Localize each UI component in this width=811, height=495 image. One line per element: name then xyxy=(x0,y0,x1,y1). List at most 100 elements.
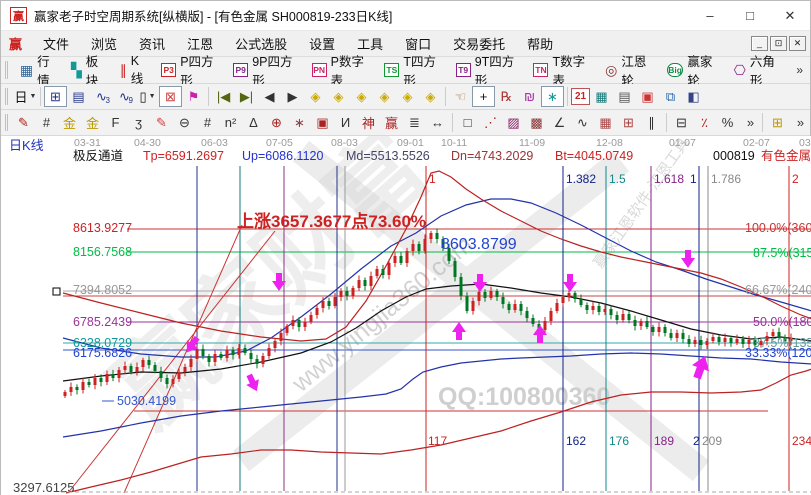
more-2-icon[interactable]: » xyxy=(789,112,811,133)
diamond-scroll-right-icon[interactable]: ◈ xyxy=(327,86,350,107)
toolbar-button-sectors[interactable]: ▚板块 xyxy=(65,57,114,83)
zigzag-icon[interactable]: ∿ xyxy=(571,112,594,133)
rect-tool-icon[interactable]: □ xyxy=(456,112,479,133)
toolbar-button-quotes[interactable]: ▦行情 xyxy=(14,57,65,83)
angle-compass-icon[interactable]: Δ xyxy=(242,112,265,133)
prev-bar-icon[interactable]: ◀ xyxy=(258,86,281,107)
calculator-icon[interactable]: ▦ xyxy=(590,86,613,107)
diamond-expand-icon[interactable]: ◈ xyxy=(350,86,373,107)
crosshair-icon[interactable]: + xyxy=(472,86,495,107)
fan-box-icon[interactable]: ▨ xyxy=(502,112,525,133)
time-ruler-icon[interactable]: ⊖ xyxy=(173,112,196,133)
mdi-minimize-button[interactable]: _ xyxy=(751,36,768,51)
toolbar-grip[interactable] xyxy=(5,114,8,132)
computer-icon[interactable]: ◧ xyxy=(682,86,705,107)
toolbar-button-t-number-table[interactable]: TNT数字表 xyxy=(527,57,599,83)
star-burst-icon[interactable]: ∗ xyxy=(288,112,311,133)
9t-square-icon: T9 xyxy=(456,63,471,77)
brush-icon[interactable]: ✎ xyxy=(12,112,35,133)
percent-icon[interactable]: % xyxy=(716,112,739,133)
color-flag-icon[interactable]: ⚑ xyxy=(182,86,205,107)
analysis-tool-icon[interactable]: ∗ xyxy=(541,86,564,107)
percent-retrace-icon[interactable]: ٪ xyxy=(693,112,716,133)
indicator-value: 极反通道 xyxy=(73,149,124,163)
info-doc-icon[interactable]: ▤ xyxy=(67,86,90,107)
first-bar-icon[interactable]: |◀ xyxy=(212,86,235,107)
diamond-compress-icon[interactable]: ◈ xyxy=(373,86,396,107)
cycle-bottom-label: 176 xyxy=(609,434,629,448)
data-transfer-icon[interactable]: ⧉ xyxy=(659,86,682,107)
parallel-lines-icon[interactable]: ∥ xyxy=(640,112,663,133)
toolbar1-overflow-button[interactable]: » xyxy=(789,63,810,77)
wave-3-icon[interactable]: ∿3 xyxy=(90,86,113,107)
spiral-icon[interactable]: ʒ xyxy=(127,112,150,133)
shen-tool-icon[interactable]: 神 xyxy=(357,112,380,133)
toolbar-button-gann-wheel[interactable]: ◎江恩轮 xyxy=(599,57,661,83)
price-ladder-icon[interactable]: ⊟ xyxy=(670,112,693,133)
gann-fan-icon[interactable]: ⋰ xyxy=(479,112,502,133)
kline-chart[interactable]: 赢家财富www.yingjia360.com赢家江恩软件-江恩工具QQ:1008… xyxy=(1,136,811,495)
notes-icon[interactable]: ▤ xyxy=(613,86,636,107)
yellow-grid-icon[interactable]: ⊞ xyxy=(766,112,789,133)
gann-circle-icon[interactable]: ⊕ xyxy=(265,112,288,133)
toolbar-separator xyxy=(445,87,446,106)
next-bar-icon[interactable]: ▶ xyxy=(281,86,304,107)
gold-grid-2-icon[interactable]: 金 xyxy=(81,112,104,133)
date-tick: 07-05 xyxy=(266,137,293,149)
hexagon-icon: ⎔ xyxy=(734,63,746,77)
tally-ruler-icon[interactable]: # xyxy=(35,112,58,133)
toolbar-button-9p-square[interactable]: P99P四方形 xyxy=(227,57,305,83)
diamond-zoom-icon[interactable]: ◈ xyxy=(396,86,419,107)
fan-box-2-icon[interactable]: ▩ xyxy=(525,112,548,133)
minimize-button[interactable]: – xyxy=(690,1,730,30)
date-tick: 08-03 xyxy=(331,137,358,149)
period-day-dropdown-icon[interactable]: 日▼ xyxy=(14,86,37,107)
toolbar-button-p-square[interactable]: P3P四方形 xyxy=(155,57,227,83)
more-tools-icon[interactable]: » xyxy=(739,112,762,133)
toolbar-button-kline[interactable]: ∥K线 xyxy=(114,57,155,83)
pan-hand-icon[interactable]: ☜ xyxy=(449,86,472,107)
save-icon[interactable]: ▣ xyxy=(636,86,659,107)
candle-style-dropdown-icon[interactable]: ▯▼ xyxy=(136,86,159,107)
grid-count-icon[interactable]: ≣ xyxy=(403,112,426,133)
qq-watermark: QQ:100800360 xyxy=(438,383,610,411)
angle-line-icon[interactable]: ∠ xyxy=(548,112,571,133)
pen-2-icon[interactable]: ✎ xyxy=(150,112,173,133)
gann-box-tool-icon[interactable]: ⊠ xyxy=(159,86,182,107)
toolbar-grip[interactable] xyxy=(5,61,10,79)
span-measure-icon[interactable]: ↔ xyxy=(426,112,449,133)
wave-9-icon[interactable]: ∿9 xyxy=(113,86,136,107)
indicator-value: Bt=4045.0749 xyxy=(555,149,633,163)
close-button[interactable]: ✕ xyxy=(770,1,810,30)
chart-window-icon[interactable]: ⊞ xyxy=(44,86,67,107)
boxed-circle-icon[interactable]: ▣ xyxy=(311,112,334,133)
win-tool-icon[interactable]: 赢 xyxy=(380,112,403,133)
gold-grid-1-icon[interactable]: 金 xyxy=(58,112,81,133)
toolbar-grip[interactable] xyxy=(5,88,10,106)
n-square-icon[interactable]: n² xyxy=(219,112,242,133)
f-grid-icon[interactable]: F xyxy=(104,112,127,133)
toolbar-button-p-number-table[interactable]: PNP数字表 xyxy=(306,57,379,83)
line-drag-handle[interactable] xyxy=(53,288,60,295)
toolbar-button-9t-square[interactable]: T99T四方形 xyxy=(450,57,528,83)
toolbar-button-t-square[interactable]: TST四方形 xyxy=(378,57,449,83)
diamond-move-icon[interactable]: ◈ xyxy=(419,86,442,107)
magic-tool-icon[interactable]: ₪ xyxy=(518,86,541,107)
wave-mark-icon[interactable]: И xyxy=(334,112,357,133)
grid-box-icon[interactable]: ▦ xyxy=(594,112,617,133)
menu-item-news[interactable]: 资讯 xyxy=(128,34,176,55)
symbol-label: 000819 xyxy=(713,149,755,163)
calendar-icon[interactable]: 21 xyxy=(571,88,590,105)
count-ruler-icon[interactable]: # xyxy=(196,112,219,133)
last-bar-icon[interactable]: ▶| xyxy=(235,86,258,107)
maximize-button[interactable]: □ xyxy=(730,1,770,30)
mdi-restore-button[interactable]: ⊡ xyxy=(770,36,787,51)
mdi-close-button[interactable]: ✕ xyxy=(789,36,806,51)
toolbar-separator xyxy=(567,87,568,106)
toolbar-button-hexagon[interactable]: ⎔六角形 xyxy=(728,57,790,83)
diamond-scroll-left-icon[interactable]: ◈ xyxy=(304,86,327,107)
grid-box-arrow-icon[interactable]: ⊞ xyxy=(617,112,640,133)
cycle-top-label: 1 xyxy=(429,172,436,186)
toolbar-button-winner-wheel[interactable]: Big赢家轮 xyxy=(661,57,728,83)
delete-tool-icon[interactable]: ℞ xyxy=(495,86,518,107)
